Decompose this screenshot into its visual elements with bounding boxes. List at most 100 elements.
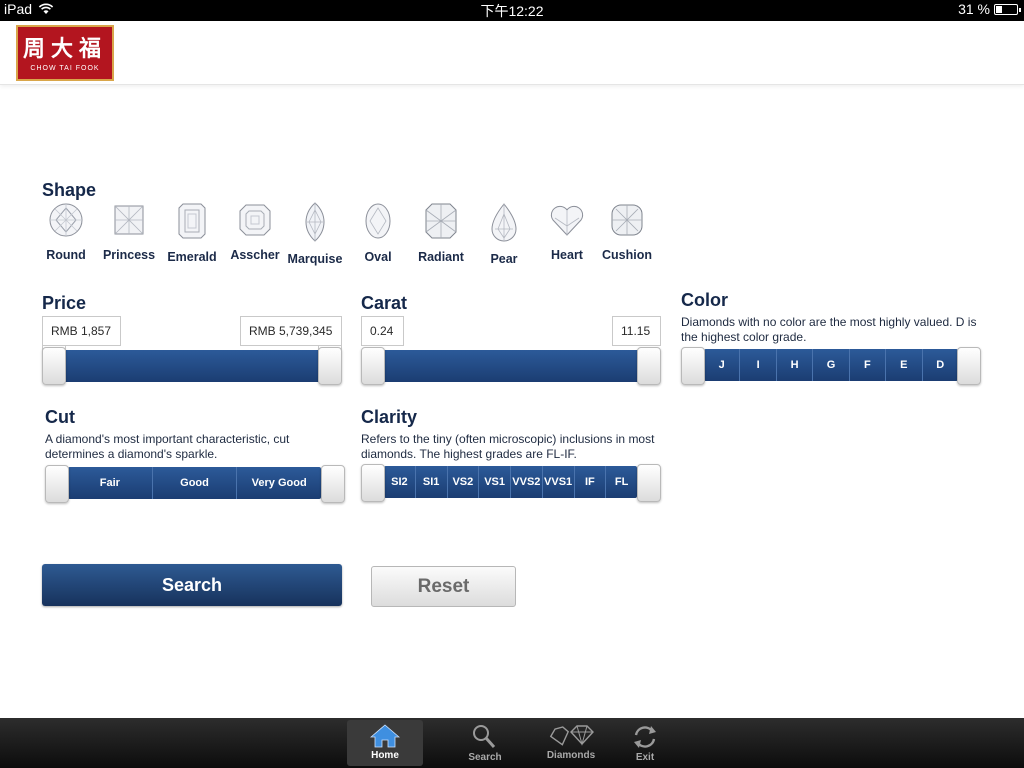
clarity-grade: VVS2 [510,466,542,498]
shape-marquise[interactable]: Marquise [283,202,347,266]
clarity-title: Clarity [361,407,418,427]
cut-min-handle[interactable] [45,465,69,503]
shape-emerald[interactable]: Emerald [160,202,224,264]
logo-english: CHOW TAI FOOK [30,65,100,72]
cut-max-handle[interactable] [321,465,345,503]
shape-radiant[interactable]: Radiant [409,202,473,264]
carat-title: Carat [361,293,408,313]
status-right: 31 % [958,1,1021,17]
shape-label: Pear [490,252,518,266]
cut-grade: Good [151,467,237,499]
shape-pear[interactable]: Pear [472,202,536,266]
clarity-description: Refers to the tiny (often microscopic) i… [361,432,655,461]
clarity-grade: FL [605,466,637,498]
tab-exit[interactable]: Exit [607,720,683,766]
tab-home[interactable]: Home [347,720,423,766]
price-max-value: RMB 5,739,345 [240,316,342,346]
clarity-grade: VS1 [478,466,510,498]
clarity-grade: IF [573,466,606,498]
tab-label: Diamonds [546,750,596,761]
shape-heart[interactable]: Heart [535,202,599,262]
shape-princess[interactable]: Princess [97,202,161,262]
marquise-diamond-icon [305,202,325,242]
color-grade: J [718,359,725,371]
diamonds-icon [549,725,594,746]
carat-min-value: 0.24 [361,316,404,346]
home-icon [370,724,400,748]
shape-label: Asscher [230,248,280,262]
battery-fill [996,5,1003,13]
shape-label: Radiant [418,250,464,264]
cut-grade: Fair [99,477,120,489]
color-grade: F [848,349,885,381]
refresh-icon [634,726,656,748]
color-max-handle[interactable] [957,347,981,385]
radiant-diamond-icon [425,203,457,239]
carat-slider-track[interactable] [373,350,649,382]
cushion-diamond-icon [611,204,643,236]
search-button[interactable]: Search [42,564,342,606]
round-diamond-icon [49,203,83,237]
shape-label: Heart [551,248,583,262]
shape-label: Round [46,248,86,262]
clarity-grade: SI2 [391,476,408,488]
reset-button[interactable]: Reset [371,566,516,607]
price-slider-track[interactable] [54,350,330,382]
price-min-handle[interactable] [42,347,66,385]
magnifier-icon [473,725,496,748]
color-description: Diamonds with no color are the most high… [681,315,977,344]
tab-label: Home [371,750,399,761]
shape-label: Oval [364,250,392,264]
oval-diamond-icon [365,203,391,239]
color-min-handle[interactable] [681,347,705,385]
status-time: 下午12:22 [480,3,544,19]
color-grade: I [739,349,775,381]
tab-label: Exit [635,752,655,763]
color-grade: D [921,349,958,381]
tab-bar: Home Search Diamonds Exit [0,718,1024,768]
shape-cushion[interactable]: Cushion [595,202,659,262]
battery-percent: 31 % [958,1,990,17]
price-max-handle[interactable] [318,347,342,385]
shape-oval[interactable]: Oval [346,202,410,264]
cut-grade: Very Good [236,467,321,499]
asscher-diamond-icon [239,204,271,236]
shape-label: Marquise [287,252,343,266]
carat-min-handle[interactable] [361,347,385,385]
clarity-min-handle[interactable] [361,464,385,502]
shape-label: Cushion [602,248,652,262]
battery-icon [994,3,1021,15]
tab-search[interactable]: Search [447,720,523,766]
color-grade: E [885,349,921,381]
heart-diamond-icon [550,205,584,236]
princess-diamond-icon [114,205,144,235]
clarity-max-handle[interactable] [637,464,661,502]
emerald-diamond-icon [178,203,206,239]
color-title: Color [681,290,728,310]
logo-chinese: 周大福 [22,36,107,61]
cut-description: A diamond's most important characteristi… [45,432,290,461]
clarity-grade: VVS1 [541,466,574,498]
shape-round[interactable]: Round [34,202,98,262]
cut-slider-track[interactable]: Fair Good Very Good [68,467,321,499]
brand-logo[interactable]: 周大福 CHOW TAI FOOK [16,25,114,81]
shape-label: Emerald [167,250,217,264]
clarity-grade: SI1 [414,466,447,498]
pear-diamond-icon [491,203,517,242]
clarity-grade: VS2 [446,466,479,498]
tab-diamonds[interactable]: Diamonds [533,720,609,766]
color-slider-track[interactable]: J I H G F E D [704,349,958,381]
price-title: Price [42,293,87,313]
price-min-value: RMB 1,857 [42,316,121,346]
shape-title: Shape [42,180,97,200]
shape-label: Princess [102,248,156,262]
cut-title: Cut [45,407,75,427]
color-grade: G [812,349,848,381]
app-header: 周大福 CHOW TAI FOOK [0,21,1024,85]
tab-label: Search [468,752,502,763]
carat-max-value: 11.15 [612,316,661,346]
shape-asscher[interactable]: Asscher [223,202,287,262]
color-grade: H [775,349,812,381]
clarity-slider-track[interactable]: SI2 SI1 VS2 VS1 VVS2 VVS1 IF FL [384,466,637,498]
carat-max-handle[interactable] [637,347,661,385]
